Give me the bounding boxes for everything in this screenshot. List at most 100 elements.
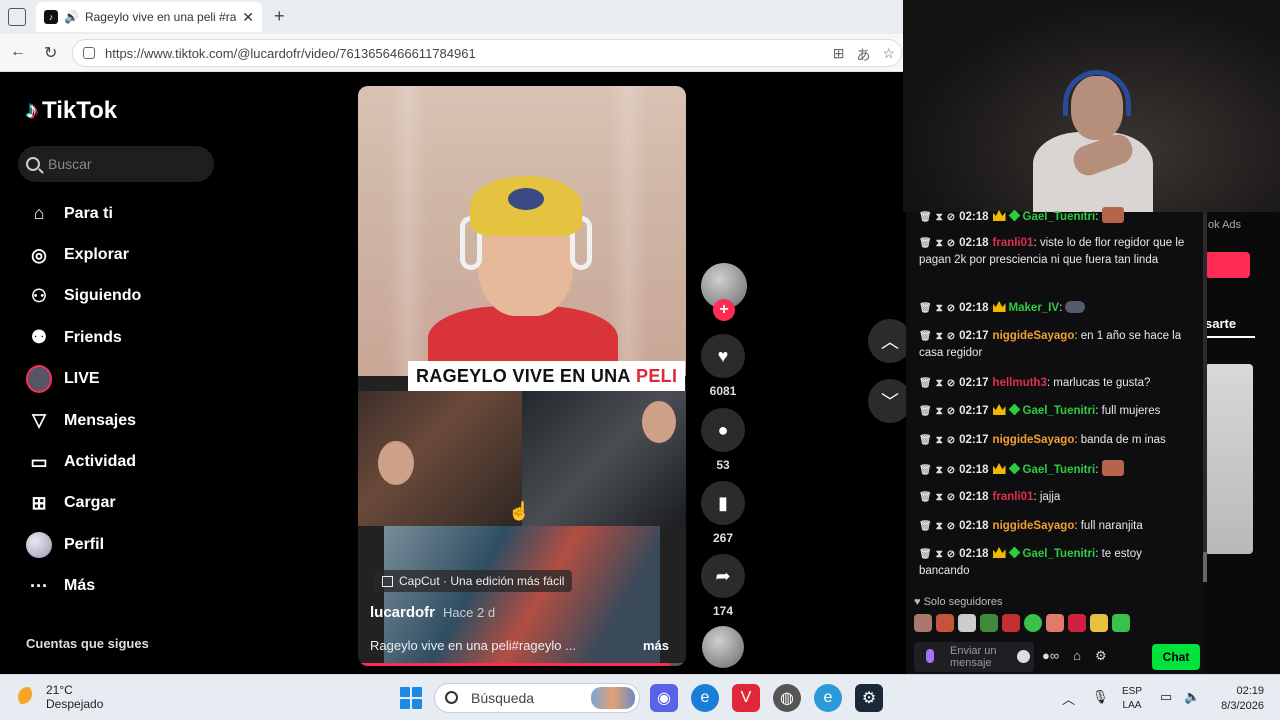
bookmark-icon[interactable]: ▮ [701, 481, 745, 525]
show-hidden-icons-chevron-icon[interactable]: ︿ [1062, 689, 1075, 708]
timeout-icon[interactable]: ⧗ [936, 378, 943, 389]
video-player[interactable]: RAGEYLO VIVE EN UNA PELI CapCut · Una ed… [358, 86, 686, 666]
taskbar-search[interactable]: Búsqueda [434, 683, 640, 713]
network-icon[interactable]: ▭ [1160, 689, 1172, 705]
emote-icon[interactable] [1046, 614, 1064, 632]
chat-username[interactable]: Gael_Tuenitri [1023, 211, 1096, 223]
trash-icon[interactable]: 🗑 [919, 406, 932, 417]
heart-icon[interactable]: ♥ [701, 334, 745, 378]
timeout-icon[interactable]: ⧗ [936, 238, 943, 249]
emote-icon[interactable] [1112, 614, 1130, 632]
ban-icon[interactable]: ⊘ [947, 435, 955, 446]
microphone-tray-icon[interactable]: 🎙 [1092, 689, 1109, 705]
emote-icon[interactable] [1002, 614, 1020, 632]
trash-icon[interactable]: 🗑 [919, 521, 932, 532]
music-disc[interactable] [701, 626, 745, 668]
ban-icon[interactable]: ⊘ [947, 492, 955, 503]
sidebar-item-friends[interactable]: ⚉ Friends [26, 317, 226, 358]
sound-disc-icon[interactable] [702, 626, 744, 668]
favorite-star-icon[interactable]: ☆ [882, 45, 895, 65]
follow-plus-icon[interactable]: + [713, 299, 735, 321]
trash-icon[interactable]: 🗑 [919, 331, 932, 342]
timeout-icon[interactable]: ⧗ [936, 521, 943, 532]
ban-icon[interactable]: ⊘ [947, 238, 955, 249]
ban-icon[interactable]: ⊘ [947, 303, 955, 314]
chat-username[interactable]: niggideSayago [993, 434, 1075, 446]
obs-icon[interactable]: ◍ [773, 684, 801, 712]
ban-icon[interactable]: ⊘ [947, 549, 955, 560]
windows-start-icon[interactable] [400, 687, 422, 709]
ban-icon[interactable]: ⊘ [947, 378, 955, 389]
video-author[interactable]: lucardofr Hace 2 d [370, 604, 495, 621]
emote-icon[interactable] [980, 614, 998, 632]
emote-icon[interactable] [1024, 614, 1042, 632]
translate-icon[interactable]: あ [856, 45, 870, 65]
sidebar-item-live[interactable]: LIVE [26, 359, 226, 400]
emote-icon[interactable] [1090, 614, 1108, 632]
trash-icon[interactable]: 🗑 [919, 465, 932, 476]
chat-message-input[interactable]: Enviar un mensaje [914, 642, 1034, 672]
sidebar-item-explorar[interactable]: ◎ Explorar [26, 234, 226, 275]
timeout-icon[interactable]: ⧗ [936, 465, 943, 476]
chat-username[interactable]: Gael_Tuenitri [1023, 405, 1096, 417]
chat-username[interactable]: Gael_Tuenitri [1023, 548, 1096, 560]
sidebar-item-mas[interactable]: ··· Más [26, 566, 226, 607]
url-field[interactable]: https://www.tiktok.com/@lucardofr/video/… [72, 39, 902, 67]
chat-username[interactable]: niggideSayago [993, 330, 1075, 342]
emoji-picker-icon[interactable] [1017, 650, 1030, 663]
ban-icon[interactable]: ⊘ [947, 331, 955, 342]
sidebar-item-siguiendo[interactable]: ⚇ Siguiendo [26, 276, 226, 317]
vivaldi-icon[interactable]: V [732, 684, 760, 712]
microphone-icon[interactable] [926, 649, 934, 663]
trash-icon[interactable]: 🗑 [919, 492, 932, 503]
app-available-icon[interactable]: ⊞ [833, 45, 845, 65]
back-arrow-icon[interactable]: ← [10, 43, 26, 61]
ban-icon[interactable]: ⊘ [947, 212, 955, 223]
trash-icon[interactable]: 🗑 [919, 238, 932, 249]
close-tab-icon[interactable]: ✕ [242, 9, 254, 26]
trash-icon[interactable]: 🗑 [919, 212, 932, 223]
speaker-icon[interactable]: 🔊 [64, 10, 79, 24]
site-info-icon[interactable] [83, 47, 95, 59]
ban-icon[interactable]: ⊘ [947, 406, 955, 417]
emote-icon[interactable] [936, 614, 954, 632]
video-progress-bar[interactable] [358, 663, 686, 666]
tiktok-logo[interactable]: ♪ TikTok [26, 97, 117, 125]
trash-icon[interactable]: 🗑 [919, 378, 932, 389]
emote-icon[interactable] [914, 614, 932, 632]
chat-scrollbar[interactable] [1203, 212, 1207, 582]
timeout-icon[interactable]: ⧗ [936, 492, 943, 503]
timeout-icon[interactable]: ⧗ [936, 549, 943, 560]
emote-icon[interactable] [958, 614, 976, 632]
chat-username[interactable]: niggideSayago [993, 520, 1075, 532]
scrollbar-thumb[interactable] [1203, 552, 1207, 582]
store-icon[interactable]: ⌂ [1073, 648, 1081, 664]
tab-actions-icon[interactable] [8, 8, 26, 26]
discord-icon[interactable]: ◉ [650, 684, 678, 712]
comment-icon[interactable]: ● [701, 408, 745, 452]
chat-username[interactable]: Maker_IV [1009, 302, 1060, 314]
share-icon[interactable]: ➦ [701, 554, 745, 598]
trash-icon[interactable]: 🗑 [919, 435, 932, 446]
sidebar-item-cargar[interactable]: ⊞ Cargar [26, 483, 226, 524]
system-clock[interactable]: 02:19 8/3/2026 [1204, 684, 1264, 714]
language-indicator[interactable]: ESP LAA [1122, 685, 1142, 713]
steam-icon[interactable]: ⚙ [855, 684, 883, 712]
channel-points-icon[interactable]: ●∞ [1042, 648, 1059, 664]
creator-avatar-follow[interactable]: + [701, 263, 747, 321]
volume-icon[interactable]: 🔈 [1184, 689, 1200, 705]
edge-dev-icon[interactable]: e [814, 684, 842, 712]
trash-icon[interactable]: 🗑 [919, 549, 932, 560]
new-tab-button[interactable]: + [274, 6, 285, 27]
chat-username[interactable]: hellmuth3 [993, 377, 1047, 389]
capcut-tag[interactable]: CapCut · Una edición más fácil [374, 570, 573, 592]
sidebar-item-actividad[interactable]: ▭ Actividad [26, 441, 226, 482]
video-thumbnail-partial[interactable] [1205, 364, 1253, 554]
chat-username[interactable]: franli01 [993, 491, 1034, 503]
browser-tab-active[interactable]: ♪ 🔊 Rageylo vive en una peli #rageylo ✕ [36, 2, 262, 32]
search-input[interactable]: Buscar [18, 146, 214, 182]
timeout-icon[interactable]: ⧗ [936, 406, 943, 417]
timeout-icon[interactable]: ⧗ [936, 435, 943, 446]
reload-icon[interactable]: ↻ [44, 43, 57, 63]
emote-icon[interactable] [1068, 614, 1086, 632]
